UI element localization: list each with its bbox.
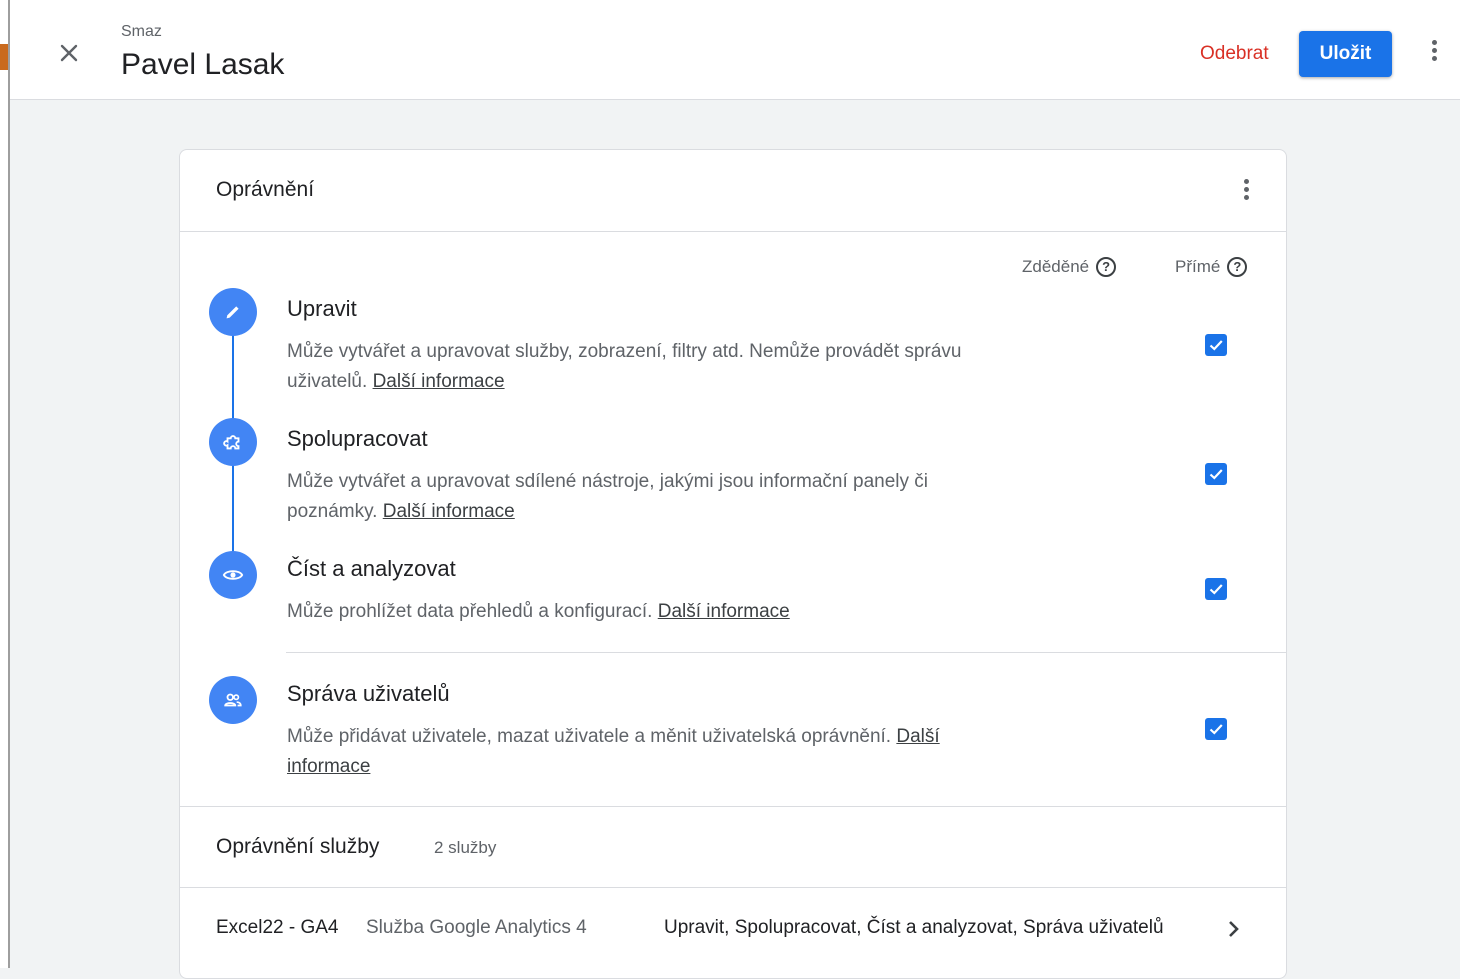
direct-label: Přímé	[1175, 257, 1221, 276]
permissions-title: Oprávnění	[216, 178, 315, 201]
direct-checkbox[interactable]	[1205, 578, 1227, 600]
direct-column-header: Přímé ?	[1175, 257, 1248, 277]
card-more-icon[interactable]	[1241, 179, 1251, 207]
edge-accent	[0, 44, 8, 70]
help-icon[interactable]: ?	[1227, 257, 1248, 277]
service-permissions-title: Oprávnění služby	[216, 835, 380, 858]
permission-title: Číst a analyzovat	[287, 556, 456, 581]
service-roles: Upravit, Spolupracovat, Číst a analyzova…	[664, 917, 1164, 938]
permission-description: Může vytvářet a upravovat sdílené nástro…	[287, 471, 929, 522]
service-count: 2 služby	[434, 838, 497, 857]
edge-stripe	[8, 0, 10, 968]
inherited-column-header: Zděděné ?	[1022, 257, 1117, 277]
account-label: Smaz	[121, 23, 162, 40]
permission-title: Upravit	[287, 296, 357, 321]
direct-checkbox[interactable]	[1205, 463, 1227, 485]
learn-more-link[interactable]: Další informace	[373, 371, 505, 392]
permission-title: Spolupracovat	[287, 426, 428, 451]
direct-checkbox[interactable]	[1205, 334, 1227, 356]
permissions-card: Oprávnění Zděděné ? Přímé ? Upravit Může…	[179, 149, 1287, 979]
section-divider	[286, 652, 1287, 653]
save-button[interactable]: Uložit	[1299, 31, 1392, 77]
more-options-icon[interactable]	[1429, 40, 1439, 68]
service-name: Excel22 - GA4	[216, 917, 339, 938]
inherited-label: Zděděné	[1022, 257, 1090, 276]
chevron-right-icon	[1229, 921, 1239, 937]
puzzle-icon	[209, 418, 257, 466]
section-divider	[180, 806, 1286, 807]
permission-title: Správa uživatelů	[287, 681, 450, 706]
pencil-icon	[209, 288, 257, 336]
top-bar: Smaz Pavel Lasak Odebrat Uložit	[10, 0, 1460, 100]
left-edge	[0, 0, 10, 968]
service-row[interactable]: Excel22 - GA4 Služba Google Analytics 4 …	[180, 888, 1286, 968]
eye-icon	[209, 551, 257, 599]
help-icon[interactable]: ?	[1096, 257, 1117, 277]
service-type: Služba Google Analytics 4	[366, 917, 587, 938]
learn-more-link[interactable]: Další informace	[658, 601, 790, 622]
page-title: Pavel Lasak	[121, 48, 285, 81]
close-button[interactable]	[54, 38, 84, 68]
remove-button[interactable]: Odebrat	[1186, 32, 1283, 76]
permission-description: Může vytvářet a upravovat služby, zobraz…	[287, 341, 962, 392]
close-icon	[60, 44, 78, 62]
card-header: Oprávnění	[180, 150, 1286, 232]
direct-checkbox[interactable]	[1205, 718, 1227, 740]
people-icon	[209, 676, 257, 724]
permission-description: Může přidávat uživatele, mazat uživatele…	[287, 726, 940, 777]
permission-description: Může prohlížet data přehledů a konfigura…	[287, 601, 790, 622]
learn-more-link[interactable]: Další informace	[383, 501, 515, 522]
